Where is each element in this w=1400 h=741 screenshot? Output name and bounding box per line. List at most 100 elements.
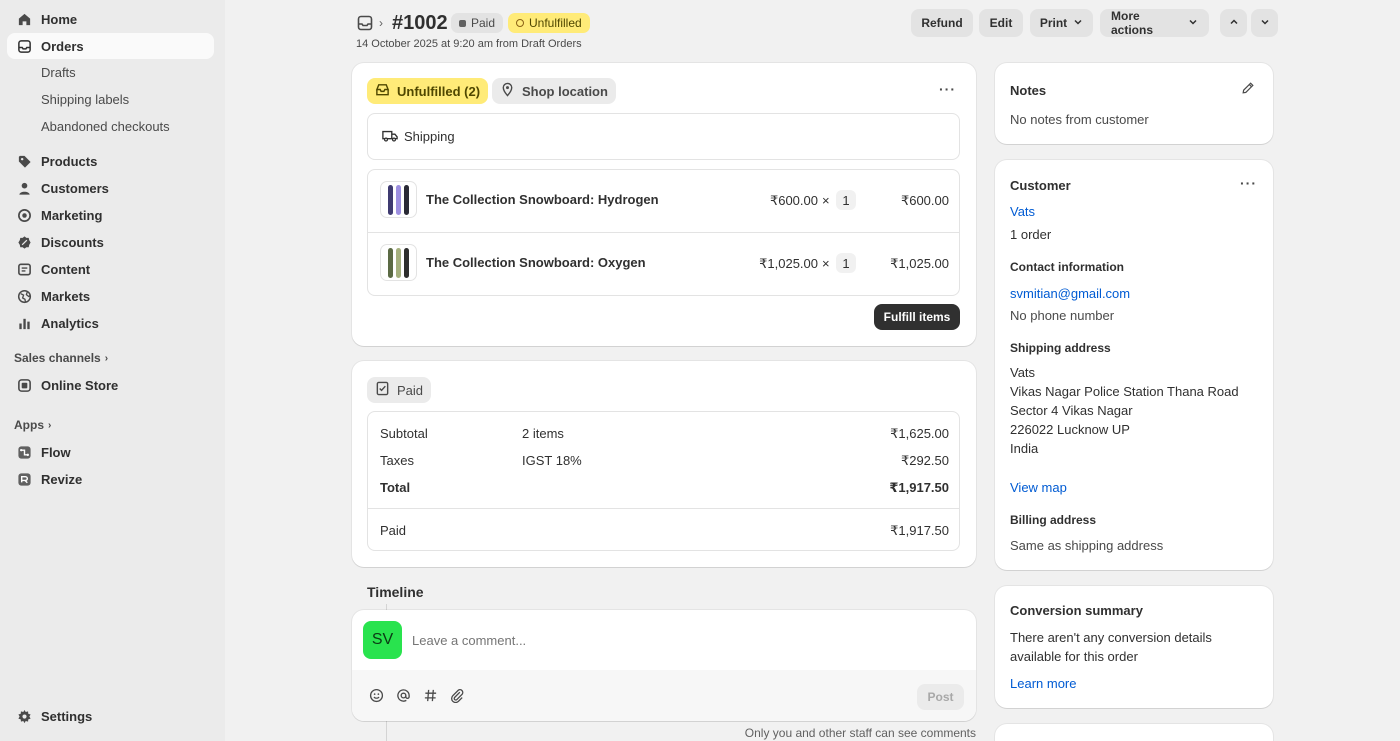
times-sign: × — [822, 256, 830, 271]
sidebar-item-label: Settings — [41, 708, 93, 724]
sidebar-item-orders[interactable]: Orders — [7, 33, 214, 59]
sales-channels-label: Sales channels — [14, 351, 101, 365]
timeline-title: Timeline — [367, 584, 424, 600]
sidebar-item-content[interactable]: Content — [7, 256, 214, 282]
edit-button[interactable]: Edit — [979, 9, 1023, 37]
button-label: Refund — [921, 16, 963, 30]
notes-title: Notes — [1010, 83, 1047, 98]
discount-icon — [16, 234, 32, 250]
avatar: SV — [363, 621, 402, 659]
shipping-address-heading: Shipping address — [1010, 341, 1111, 355]
view-map-link[interactable]: View map — [1010, 480, 1067, 495]
pill-label: Unfulfilled (2) — [397, 83, 481, 99]
snowboard-image — [388, 247, 393, 278]
next-card — [995, 724, 1273, 741]
fulfill-items-button[interactable]: Fulfill items — [874, 304, 960, 330]
sidebar-item-label: Markets — [41, 288, 91, 304]
sidebar-item-label: Content — [41, 261, 91, 277]
customer-title: Customer — [1010, 178, 1071, 193]
product-name-link[interactable]: The Collection Snowboard: Oxygen — [426, 255, 646, 270]
sidebar-item-revize[interactable]: Revize — [7, 466, 214, 492]
next-order-button[interactable] — [1251, 9, 1278, 37]
sidebar-item-marketing[interactable]: Marketing — [7, 202, 214, 228]
sidebar-item-label: Discounts — [41, 234, 104, 250]
sidebar-item-products[interactable]: Products — [7, 148, 214, 174]
sidebar-item-settings[interactable]: Settings — [7, 703, 214, 729]
orders-icon[interactable] — [357, 15, 373, 34]
comment-input[interactable] — [412, 628, 952, 652]
post-button[interactable]: Post — [917, 684, 964, 710]
conversion-title: Conversion summary — [1010, 603, 1143, 618]
print-button[interactable]: Print — [1030, 9, 1093, 37]
order-date: 14 October 2025 at 9:20 am from Draft Or… — [356, 38, 582, 50]
address-line: Vats — [1010, 365, 1036, 380]
subtotal-label: Subtotal — [380, 426, 428, 441]
previous-order-button[interactable] — [1220, 9, 1247, 37]
fulfillment-status-badge: Unfulfilled — [508, 13, 590, 33]
chevron-right-icon: › — [48, 419, 52, 431]
billing-address-heading: Billing address — [1010, 513, 1097, 527]
chevron-down-icon — [1188, 16, 1198, 30]
pill-label: Shop location — [522, 83, 608, 99]
content-icon — [16, 261, 32, 277]
hashtag-icon[interactable] — [423, 688, 438, 706]
delivery-method-box: Shipping — [367, 113, 960, 160]
sidebar-item-discounts[interactable]: Discounts — [7, 229, 214, 255]
snowboard-image — [388, 184, 393, 215]
taxes-label: Taxes — [380, 453, 414, 468]
address-line: India — [1010, 441, 1039, 456]
sidebar-item-analytics[interactable]: Analytics — [7, 310, 214, 336]
globe-icon — [16, 288, 32, 304]
notes-text: No notes from customer — [1010, 112, 1149, 127]
pill-label: Paid — [397, 382, 424, 398]
revize-app-icon — [16, 471, 32, 487]
apps-header[interactable]: Apps › — [14, 418, 51, 432]
snowboard-image — [404, 247, 409, 278]
chevron-up-icon — [1229, 16, 1239, 30]
more-options-icon[interactable]: ··· — [1240, 175, 1257, 191]
attachment-icon[interactable] — [450, 688, 465, 706]
sales-channels-header[interactable]: Sales channels › — [14, 351, 108, 365]
customer-name-link[interactable]: Vats — [1010, 204, 1035, 219]
conversion-summary-card: Conversion summary There aren't any conv… — [995, 586, 1273, 708]
sidebar-item-label: Customers — [41, 180, 109, 196]
paid-value: ₹1,917.50 — [890, 523, 949, 538]
chart-bar-icon — [16, 315, 32, 331]
emoji-icon[interactable] — [369, 688, 384, 706]
more-actions-button[interactable]: More actions — [1100, 9, 1209, 37]
sidebar-subitem-drafts[interactable]: Drafts — [41, 65, 76, 80]
sidebar-subitem-shipping-labels[interactable]: Shipping labels — [41, 92, 129, 107]
refund-button[interactable]: Refund — [911, 9, 973, 37]
mention-icon[interactable] — [396, 688, 411, 706]
divider — [368, 508, 959, 509]
product-thumbnail[interactable] — [380, 244, 417, 281]
receipt-check-icon — [375, 381, 390, 399]
sidebar-item-online-store[interactable]: Online Store — [7, 372, 214, 398]
sidebar-item-label: Flow — [41, 444, 71, 460]
sidebar-subitem-abandoned-checkouts[interactable]: Abandoned checkouts — [41, 119, 170, 134]
customer-email-link[interactable]: svmitian@gmail.com — [1010, 286, 1130, 301]
delivery-method-label: Shipping — [404, 129, 455, 144]
truck-icon — [382, 129, 398, 146]
store-icon — [16, 377, 32, 393]
product-thumbnail[interactable] — [380, 181, 417, 218]
sidebar-item-label: Marketing — [41, 207, 103, 223]
customer-card: Customer ··· Vats 1 order Contact inform… — [995, 160, 1273, 570]
sidebar-item-flow[interactable]: Flow — [7, 439, 214, 465]
taxes-value: ₹292.50 — [900, 453, 949, 468]
sidebar-item-customers[interactable]: Customers — [7, 175, 214, 201]
learn-more-link[interactable]: Learn more — [1010, 676, 1076, 691]
line-total: ₹600.00 — [900, 193, 949, 208]
product-name-link[interactable]: The Collection Snowboard: Hydrogen — [426, 192, 659, 207]
sidebar-item-markets[interactable]: Markets — [7, 283, 214, 309]
unit-price: ₹600.00 — [769, 193, 818, 208]
customer-order-count: 1 order — [1010, 227, 1052, 242]
pencil-edit-icon[interactable] — [1241, 81, 1255, 98]
times-sign: × — [822, 193, 830, 208]
line-items-list: The Collection Snowboard: Hydrogen ₹600.… — [367, 169, 960, 296]
address-line: Sector 4 Vikas Nagar — [1010, 403, 1133, 418]
sidebar-item-home[interactable]: Home — [7, 6, 214, 32]
more-options-icon[interactable]: ··· — [939, 81, 956, 97]
chevron-down-icon — [1260, 16, 1270, 30]
button-label: Print — [1039, 16, 1068, 30]
